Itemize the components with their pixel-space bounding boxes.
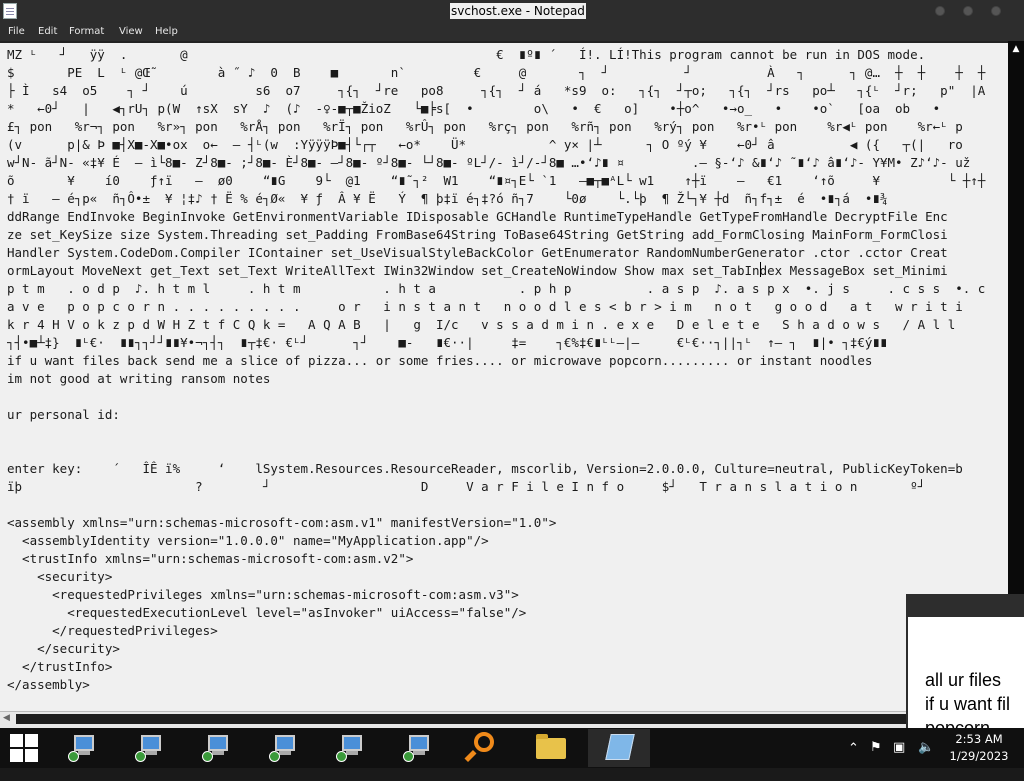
text-line: (v p|& Þ ■┤X■-X■•ox o← – ┤ᴸ(w :YÿÿÿÞ■┤└┌… [7,137,963,152]
volume-icon[interactable]: 🔈 [918,740,934,780]
taskbar-item-computer-1[interactable] [52,729,114,767]
text-line: * ←0┘ | ◀┐rU┐ p(W ↑sX sY ♪ (♪ -♀-■┬■ŽioZ… [7,101,941,116]
text-caret [760,262,761,277]
pc-icon [269,733,299,763]
text-line: ïþ ? ┘ D V a r F i l e I n f o $┘ T r a … [7,479,926,494]
text-line: </trustInfo> [7,659,113,674]
text-line: <assemblyIdentity version="1.0.0.0" name… [7,533,489,548]
scroll-left-arrow-icon[interactable]: ◀ [3,713,10,723]
network-icon[interactable]: ▣ [893,740,905,780]
text-line: <security> [7,569,113,584]
text-line: <requestedExecutionLevel level="asInvoke… [7,605,527,620]
text-line: </requestedPrivileges> [7,623,218,638]
menu-file[interactable]: File [8,26,25,37]
text-line: Handler System.CodeDom.Compiler IContain… [7,245,948,260]
taskbar-item-computer-2[interactable] [119,729,181,767]
text-line: a v e p o p c o r n . . . . . . . . . o … [7,299,963,314]
taskbar-item-computer-4[interactable] [253,729,315,767]
text-line: † ï – é┐p« ñ┐Ô•± ¥ ¦‡♪ † Ë % é┐Ø« ¥ ƒ Â … [7,191,888,206]
text-line: ddRange EndInvoke BeginInvoke GetEnviron… [7,209,948,224]
popup-line: all ur files [925,670,1002,690]
text-line: MZ ᴸ ┘ ÿÿ . @ € ∎º∎ ´ Í!. LÍ!This progra… [7,47,926,62]
taskbar-item-search[interactable] [454,729,516,767]
text-line: p t m . o d p ♪. h t m l . h t m . h t a… [7,281,986,296]
text-line: </assembly> [7,677,90,692]
pc-icon [336,733,366,763]
text-line: ze set_KeySize size System.Threading set… [7,227,948,242]
text-line: if u want files back send me a slice of … [7,353,873,368]
folder-icon [536,734,566,759]
text-editor[interactable]: MZ ᴸ ┘ ÿÿ . @ € ∎º∎ ´ Í!. LÍ!This progra… [0,41,1008,713]
maximize-button[interactable] [963,6,973,16]
search-magnifier-icon [474,732,494,752]
menu-help[interactable]: Help [155,26,178,37]
text-line: ├ Ì s4 o5 ┐ ┘ ú s6 o7 ┐{┐ ┘re po8 ┐{┐ ┘ … [7,83,986,98]
text-line: £┐ pon %r¬┐ pon %r»┐ pon %rÅ┐ pon %rÏ┐ p… [7,119,963,134]
taskbar-item-computer-5[interactable] [320,729,382,767]
action-center-flag-icon[interactable]: ⚑ [870,740,882,780]
taskbar-item-notepad[interactable] [588,729,650,767]
clock-date: 1/29/2023 [949,749,1009,763]
pc-icon [135,733,165,763]
text-line: <assembly xmlns="urn:schemas-microsoft-c… [7,515,557,530]
pc-icon [68,733,98,763]
clock-time: 2:53 AM [955,732,1003,746]
horizontal-scroll-thumb[interactable] [16,714,906,724]
menu-view[interactable]: View [119,26,143,37]
ransom-popup-body: all ur files if u want fil popcorn [908,617,1024,728]
text-line: <requestedPrivileges xmlns="urn:schemas-… [7,587,519,602]
popup-line: popcorn [925,718,991,728]
text-line: õ ¥ í0 ƒ↑ï – ø0 “∎G 9└ @1 “∎˜┐² W1 “∎¤┐E… [7,173,986,188]
text-line: k r 4 H V o k z p d W H Z t f C Q k = A … [7,317,956,332]
text-line: ormLayout MoveNext get_Text set_Text Wri… [7,263,948,278]
text-line [7,388,1006,406]
minimize-button[interactable] [935,6,945,16]
text-line [7,442,1006,460]
text-line: $ PE L ᴸ @Œ˜ à ˝ ♪ 0 B ■ n` € @ ┐ ┘ ┘ À … [7,65,986,80]
window-title: svchost.exe - Notepad [450,3,586,19]
text-line: <trustInfo xmlns="urn:schemas-microsoft-… [7,551,414,566]
text-line [7,424,1006,442]
notepad-app-icon[interactable] [3,3,17,19]
text-line: ur personal id: [7,407,120,422]
menu-format[interactable]: Format [69,26,104,37]
text-line: </security> [7,641,120,656]
pc-icon [202,733,232,763]
notepad-icon [605,734,635,760]
text-line [7,496,1006,514]
text-line: im not good at writing ransom notes [7,371,271,386]
taskbar-item-computer-3[interactable] [186,729,248,767]
taskbar-item-file-explorer[interactable] [521,729,583,767]
popup-line: if u want fil [925,694,1011,714]
system-clock[interactable]: 2:53 AM 1/29/2023 [944,731,1014,765]
text-line: enter key: ´ ÎÊ ï% ‘ lSystem.Resources.R… [7,461,963,476]
scroll-up-arrow-icon[interactable]: ▲ [1010,43,1022,55]
menu-bar: File Edit Format View Help [0,22,1024,41]
title-bar[interactable]: svchost.exe - Notepad [0,0,1024,22]
start-button[interactable] [9,733,39,763]
windows-logo-icon [10,734,23,747]
menu-edit[interactable]: Edit [38,26,57,37]
text-line: w┘N- ã┘N- «‡¥ É – ì└8■- Z┘8■- ;┘8■- È┘8■… [7,155,971,170]
text-line: ┐┤•■┴‡} ∎ᴸ€· ∎∎┐┐┘┘∎∎¥•¬┐┤┐ ∎┬‡€· €ᴸ┘ ┐┘… [7,335,888,350]
close-button[interactable] [991,6,1001,16]
pc-icon [403,733,433,763]
taskbar-item-computer-6[interactable] [387,729,449,767]
show-hidden-icons-chevron-icon[interactable]: ⌃ [848,741,859,781]
